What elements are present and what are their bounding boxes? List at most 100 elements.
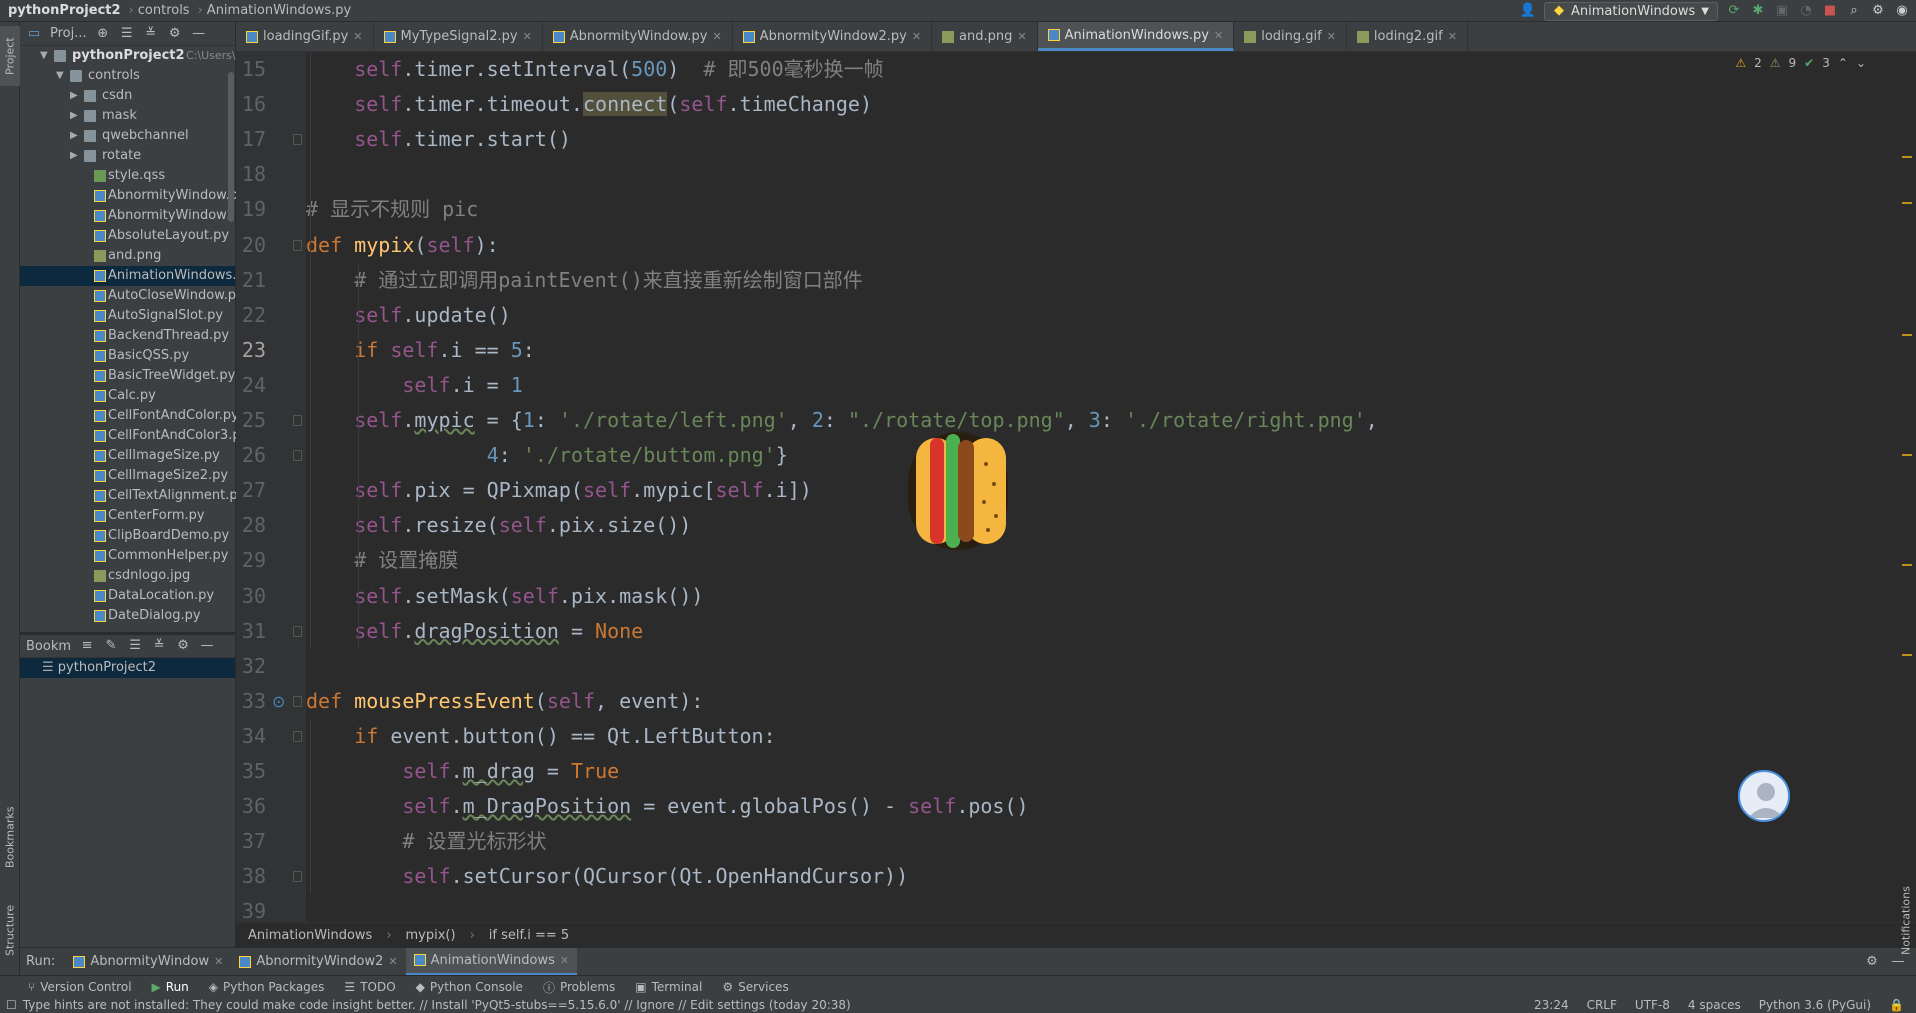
tree-item[interactable]: DateDialog.py: [20, 606, 235, 626]
collapse-all-icon[interactable]: ≚: [151, 638, 167, 654]
nav-project[interactable]: pythonProject2: [8, 3, 121, 18]
line-separator[interactable]: CRLF: [1587, 998, 1617, 1013]
code-line[interactable]: self.timer.timeout.connect(self.timeChan…: [354, 87, 872, 122]
code-line[interactable]: # 设置光标形状: [402, 824, 546, 859]
code-line[interactable]: self.mypic = {1: './rotate/left.png', 2:…: [354, 403, 1378, 438]
python-interpreter[interactable]: Python 3.6 (PyGui): [1759, 998, 1871, 1013]
tree-item[interactable]: BasicQSS.py: [20, 346, 235, 366]
code-line[interactable]: # 设置掩膜: [354, 543, 458, 578]
code-line[interactable]: def mousePressEvent(self, event):: [306, 684, 703, 719]
breadcrumb-item[interactable]: AnimationWindows: [248, 928, 372, 943]
chevron-down-icon[interactable]: ▼: [56, 66, 64, 86]
rerun-icon[interactable]: ⟳: [1726, 3, 1742, 19]
bookmarks-tool-tab[interactable]: Bookmarks: [0, 792, 20, 882]
tree-item[interactable]: ▶ csdn: [20, 86, 235, 106]
code-line[interactable]: if event.button() == Qt.LeftButton:: [354, 719, 775, 754]
tree-item[interactable]: csdnlogo.jpg: [20, 566, 235, 586]
code-line[interactable]: def mypix(self):: [306, 228, 499, 263]
lock-icon[interactable]: 🔒: [1889, 998, 1904, 1013]
toolwindow-button[interactable]: ⓘ Problems: [543, 979, 615, 996]
chevron-down-icon[interactable]: ⌄: [1856, 56, 1866, 70]
tree-item[interactable]: BackendThread.py: [20, 326, 235, 346]
code-line[interactable]: self.timer.start(): [354, 122, 571, 157]
close-icon[interactable]: ✕: [912, 30, 921, 43]
code-line[interactable]: # 显示不规则 pic: [306, 192, 478, 227]
editor-tab[interactable]: and.png ✕: [932, 22, 1038, 51]
code-line[interactable]: self.resize(self.pix.size()): [354, 508, 691, 543]
project-tool-tab[interactable]: Project: [0, 26, 20, 86]
breadcrumb-item[interactable]: if self.i == 5: [489, 928, 569, 943]
chevron-right-icon[interactable]: ▶: [70, 146, 78, 166]
editor-tab[interactable]: AbnormityWindow2.py ✕: [733, 22, 933, 51]
code-line[interactable]: self.timer.setInterval(500) # 即500毫秒换一帧: [354, 52, 883, 87]
tree-item[interactable]: ▼ controls: [20, 66, 235, 86]
fold-marker-icon[interactable]: [293, 134, 302, 146]
tree-item[interactable]: style.qss: [20, 166, 235, 186]
tree-item[interactable]: ▶ qwebchannel: [20, 126, 235, 146]
avatar[interactable]: [1738, 770, 1790, 822]
tree-item[interactable]: CellFontAndColor.py: [20, 406, 239, 426]
code-line[interactable]: self.dragPosition = None: [354, 614, 643, 649]
tree-item[interactable]: ▶ mask: [20, 106, 235, 126]
warning-marker[interactable]: [1902, 564, 1912, 566]
debug-icon[interactable]: ✱: [1750, 3, 1766, 19]
close-icon[interactable]: ✕: [1214, 29, 1223, 42]
editor-tab[interactable]: loding2.gif ✕: [1347, 22, 1468, 51]
structure-tool-tab[interactable]: Structure: [0, 890, 20, 970]
bookmark-item[interactable]: ☰ pythonProject2: [20, 658, 235, 678]
expand-all-icon[interactable]: ☰: [127, 638, 143, 654]
toolwindow-button[interactable]: ⑂ Version Control: [28, 980, 132, 994]
fold-marker-icon[interactable]: [293, 415, 302, 426]
hide-icon[interactable]: —: [199, 638, 215, 654]
fold-marker-icon[interactable]: [293, 239, 302, 251]
inspection-widget[interactable]: ⚠ 2 ⚠ 9 ✔ 3 ⌃ ⌄: [1735, 56, 1866, 70]
editor-tab[interactable]: MyTypeSignal2.py ✕: [374, 22, 543, 51]
tree-item[interactable]: AbnormityWindow.py: [20, 186, 246, 206]
tree-item[interactable]: CellFontAndColor3.py: [20, 426, 248, 446]
toolwindow-button[interactable]: ☰ TODO: [344, 980, 395, 994]
tree-item[interactable]: CommonHelper.py: [20, 546, 235, 566]
tree-item[interactable]: CellImageSize2.py: [20, 466, 235, 486]
tree-item[interactable]: Calc.py: [20, 386, 235, 406]
collapse-all-icon[interactable]: ≚: [143, 26, 159, 42]
tree-item[interactable]: DataLocation.py: [20, 586, 235, 606]
tree-item[interactable]: AutoCloseWindow.py: [20, 286, 244, 306]
gear-icon[interactable]: ⚙: [175, 638, 191, 654]
ide-logo-icon[interactable]: ◉: [1894, 3, 1910, 19]
fold-marker-icon[interactable]: [293, 625, 302, 637]
edit-icon[interactable]: ✎: [103, 638, 119, 654]
toolwindow-button[interactable]: ◈ Python Packages: [209, 980, 325, 994]
code-line[interactable]: self.m_drag = True: [402, 754, 619, 789]
hide-icon[interactable]: —: [191, 26, 207, 42]
code-line[interactable]: self.pix = QPixmap(self.mypic[self.i]): [354, 473, 812, 508]
tree-item[interactable]: ClipBoardDemo.py: [20, 526, 235, 546]
bookmarks-panel-title[interactable]: Bookm: [26, 639, 71, 654]
fold-marker-icon[interactable]: [293, 695, 302, 707]
tree-item[interactable]: CellImageSize.py: [20, 446, 235, 466]
fold-marker-icon[interactable]: [293, 730, 302, 742]
user-icon[interactable]: 👤: [1520, 3, 1536, 19]
breadcrumb-item[interactable]: mypix(): [406, 928, 456, 943]
nav-file[interactable]: AnimationWindows.py: [207, 3, 351, 18]
fold-marker-icon[interactable]: [293, 450, 302, 462]
tree-root[interactable]: ▼ pythonProject2 C:\Users\xi: [20, 46, 245, 66]
run-tab[interactable]: AnimationWindows ✕: [405, 947, 578, 976]
close-icon[interactable]: ✕: [1017, 30, 1026, 43]
add-bookmark-icon[interactable]: ≡: [79, 638, 95, 654]
run-tab[interactable]: AbnormityWindow2 ✕: [231, 948, 405, 976]
warning-marker[interactable]: [1902, 334, 1912, 336]
indent-setting[interactable]: 4 spaces: [1688, 998, 1741, 1013]
code-line[interactable]: self.i = 1: [402, 368, 522, 403]
notifications-tool-tab[interactable]: Notifications: [1896, 876, 1916, 966]
code-editor[interactable]: self.timer.setInterval(500) # 即500毫秒换一帧 s…: [306, 52, 1886, 922]
stop-icon[interactable]: ■: [1822, 3, 1838, 19]
chevron-right-icon[interactable]: ▶: [70, 86, 78, 106]
coverage-icon[interactable]: ▣: [1774, 3, 1790, 19]
close-icon[interactable]: ✕: [712, 30, 721, 43]
code-line[interactable]: # 通过立即调用paintEvent()来直接重新绘制窗口部件: [354, 263, 863, 298]
burger-sprite[interactable]: [902, 424, 1014, 558]
close-icon[interactable]: ✕: [1448, 30, 1457, 43]
error-stripe[interactable]: [1888, 52, 1916, 922]
code-line[interactable]: self.setMask(self.pix.mask()): [354, 579, 703, 614]
tree-item[interactable]: CenterForm.py: [20, 506, 235, 526]
